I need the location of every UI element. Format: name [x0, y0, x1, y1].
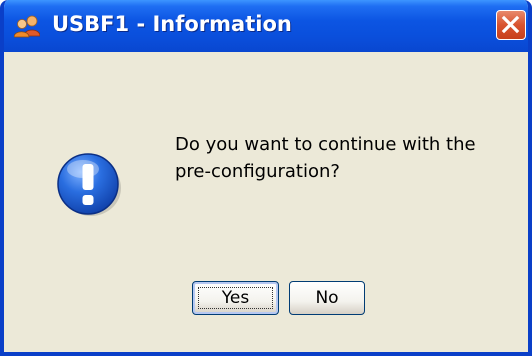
users-icon [14, 15, 40, 38]
information-exclamation-icon [57, 153, 121, 216]
title-bar[interactable]: USBF1 - Information [4, 0, 528, 52]
window-title: USBF1 - Information [52, 12, 292, 36]
dialog-message: Do you want to continue with the pre-con… [175, 131, 505, 185]
close-button[interactable] [496, 10, 526, 40]
yes-button[interactable]: Yes [192, 281, 279, 315]
no-button-label: No [315, 288, 339, 308]
dialog-body: Do you want to continue with the pre-con… [4, 52, 528, 352]
close-icon [501, 15, 520, 34]
no-button[interactable]: No [289, 281, 365, 315]
dialog-window: USBF1 - Information Do you want to conti… [0, 0, 532, 356]
message-line-1: Do you want to continue with the [175, 134, 476, 155]
message-line-2: pre-configuration? [175, 161, 340, 182]
yes-button-label: Yes [221, 288, 250, 308]
